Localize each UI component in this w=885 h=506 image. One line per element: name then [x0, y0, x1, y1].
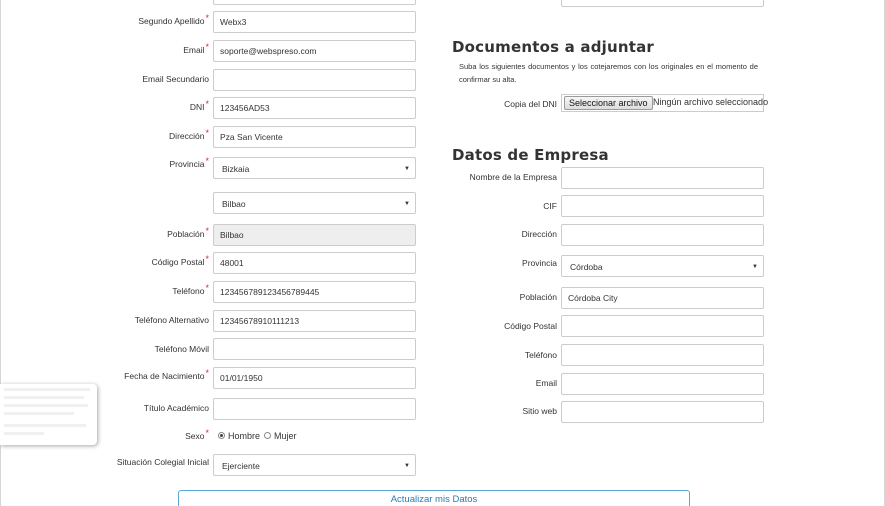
- email-input[interactable]: soporte@webspreso.com: [213, 40, 416, 62]
- fecha-nacimiento-label: Fecha de Nacimiento*: [124, 368, 209, 381]
- provincia-select[interactable]: Bizkaia ▼: [213, 157, 416, 179]
- empresa-poblacion-input[interactable]: Córdoba City: [561, 287, 764, 309]
- copia-dni-label: Copia del DNI: [504, 99, 557, 109]
- empresa-provincia-select-value: Córdoba: [570, 262, 603, 272]
- email-secundario-label: Email Secundario: [142, 74, 209, 84]
- provincia-select-value: Bizkaia: [222, 164, 250, 174]
- direccion-label: Dirección*: [169, 128, 209, 141]
- telefono-alternativo-input[interactable]: 12345678910111213: [213, 310, 416, 332]
- codigo-postal-label: Código Postal*: [151, 254, 209, 267]
- chevron-down-icon: ▼: [404, 166, 410, 172]
- codigo-postal-input[interactable]: 48001: [213, 252, 416, 274]
- sexo-mujer-label: Mujer: [274, 431, 297, 441]
- sexo-label: Sexo*: [185, 428, 209, 441]
- empresa-email-input[interactable]: [561, 373, 764, 395]
- telefono-input[interactable]: 123456789123456789445: [213, 281, 416, 303]
- chevron-down-icon: ▼: [404, 201, 410, 207]
- situacion-colegial-label: Situación Colegial Inicial: [116, 457, 209, 467]
- dni-input[interactable]: 123456AD53: [213, 97, 416, 119]
- empresa-nombre-label: Nombre de la Empresa: [469, 172, 557, 182]
- fecha-nacimiento-input[interactable]: 01/01/1950: [213, 367, 416, 389]
- telefono-alternativo-label: Teléfono Alternativo: [134, 315, 209, 325]
- email-label: Email*: [183, 42, 209, 55]
- empresa-provincia-label: Provincia: [522, 258, 557, 268]
- situacion-colegial-select-value: Ejerciente: [222, 461, 260, 471]
- telefono-movil-input[interactable]: [213, 338, 416, 360]
- empresa-telefono-label: Teléfono: [524, 350, 557, 360]
- sexo-mujer-radio[interactable]: [264, 432, 271, 439]
- empresa-sitio-web-input[interactable]: [561, 401, 764, 423]
- direccion-input[interactable]: Pza San Vicente: [213, 126, 416, 148]
- titulo-academico-input[interactable]: [213, 398, 416, 420]
- empresa-poblacion-label: Población: [519, 292, 557, 302]
- clipped-input-top-left[interactable]: [213, 0, 416, 5]
- municipio-select-value: Bilbao: [222, 199, 246, 209]
- empresa-heading: Datos de Empresa: [452, 146, 609, 164]
- faded-tooltip-card: [0, 384, 97, 445]
- empresa-provincia-select[interactable]: Córdoba ▼: [561, 255, 764, 277]
- empresa-cif-input[interactable]: [561, 195, 764, 217]
- empresa-telefono-input[interactable]: [561, 344, 764, 366]
- documentos-heading: Documentos a adjuntar: [452, 38, 655, 56]
- seleccionar-archivo-button[interactable]: Seleccionar archivo: [564, 96, 653, 110]
- poblacion-label: Población*: [167, 226, 209, 239]
- file-status-text: Ningún archivo seleccionado: [653, 97, 769, 107]
- titulo-academico-label: Título Académico: [143, 403, 209, 413]
- provincia-label: Provincia*: [169, 156, 209, 169]
- telefono-label: Teléfono*: [172, 283, 209, 296]
- empresa-cif-label: CIF: [543, 201, 557, 211]
- segundo-apellido-input[interactable]: Webx3: [213, 11, 416, 33]
- empresa-nombre-input[interactable]: [561, 167, 764, 189]
- situacion-colegial-select[interactable]: Ejerciente ▼: [213, 454, 416, 476]
- sexo-hombre-radio[interactable]: [218, 432, 225, 439]
- empresa-direccion-label: Dirección: [521, 229, 557, 239]
- poblacion-input: Bilbao: [213, 224, 416, 246]
- sexo-hombre-label: Hombre: [228, 431, 261, 441]
- empresa-sitio-web-label: Sitio web: [522, 406, 558, 416]
- empresa-direccion-input[interactable]: [561, 224, 764, 246]
- copia-dni-file-input[interactable]: Seleccionar archivo Ningún archivo selec…: [561, 94, 768, 112]
- chevron-down-icon: ▼: [752, 264, 758, 270]
- email-secundario-input[interactable]: [213, 69, 416, 91]
- empresa-codigo-postal-input[interactable]: [561, 315, 764, 337]
- clipped-input-top-right[interactable]: [561, 0, 764, 7]
- segundo-apellido-label: Segundo Apellido*: [138, 13, 209, 26]
- telefono-movil-label: Teléfono Móvil: [154, 344, 209, 354]
- chevron-down-icon: ▼: [404, 463, 410, 469]
- documentos-description: Suba los siguientes documentos y los cot…: [459, 62, 758, 84]
- municipio-select[interactable]: Bilbao ▼: [213, 192, 416, 214]
- actualizar-datos-button[interactable]: Actualizar mis Datos: [178, 490, 690, 506]
- empresa-codigo-postal-label: Código Postal: [504, 321, 557, 331]
- dni-label: DNI*: [189, 99, 209, 112]
- empresa-email-label: Email: [535, 378, 557, 388]
